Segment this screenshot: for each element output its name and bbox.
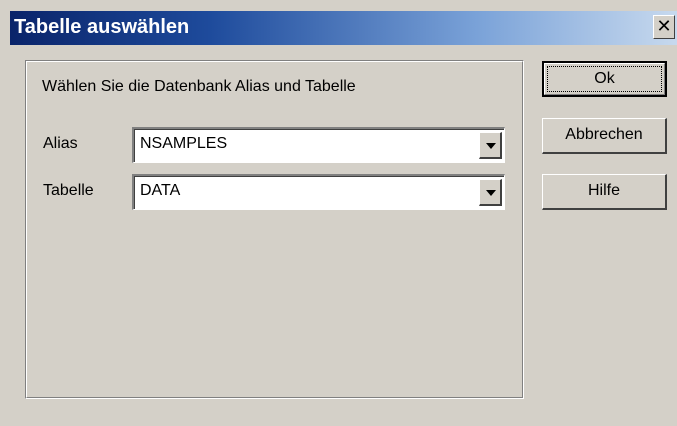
table-value: DATA [140, 182, 181, 199]
alias-combobox[interactable]: NSAMPLES [132, 127, 505, 163]
dialog-window: Tabelle auswählen ✕ Wählen Sie die Daten… [0, 0, 677, 426]
alias-value: NSAMPLES [140, 135, 228, 152]
window-title: Tabelle auswählen [14, 16, 190, 38]
title-bar[interactable]: Tabelle auswählen ✕ [10, 11, 677, 45]
alias-label: Alias [43, 135, 78, 152]
close-button[interactable]: ✕ [653, 15, 675, 39]
instruction-text: Wählen Sie die Datenbank Alias und Tabel… [42, 78, 356, 95]
table-label: Tabelle [43, 182, 94, 199]
cancel-button[interactable]: Abbrechen [542, 118, 667, 154]
help-button-label: Hilfe [587, 182, 620, 199]
help-button[interactable]: Hilfe [542, 174, 667, 210]
table-combobox[interactable]: DATA [132, 174, 505, 210]
alias-dropdown-button[interactable] [479, 132, 502, 159]
chevron-down-icon [486, 143, 496, 149]
close-icon: ✕ [656, 16, 672, 36]
cancel-button-label: Abbrechen [565, 126, 643, 143]
selection-panel-bevel [26, 61, 523, 398]
table-dropdown-button[interactable] [479, 179, 502, 206]
chevron-down-icon [486, 190, 496, 196]
ok-button[interactable]: Ok [542, 61, 667, 97]
selection-panel [25, 60, 524, 399]
ok-button-label: Ok [594, 70, 615, 87]
